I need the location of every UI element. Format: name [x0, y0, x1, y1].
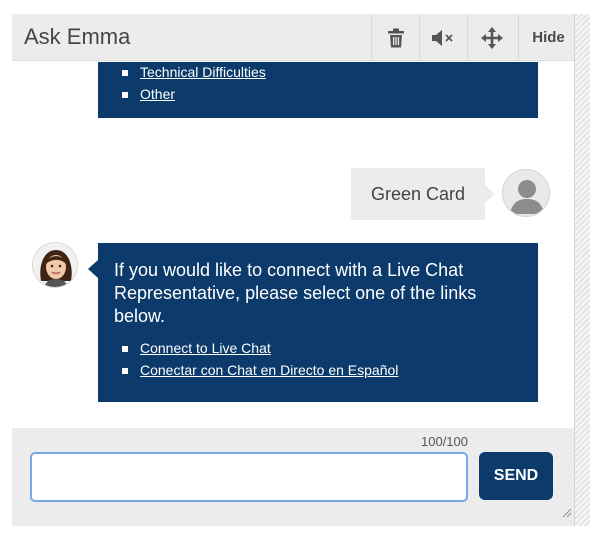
- user-avatar: [502, 169, 550, 217]
- user-message: Green Card: [351, 168, 495, 220]
- bot-message-text: If you would like to connect with a Live…: [114, 260, 477, 326]
- list-item: Conectar con Chat en Directo en Español: [114, 362, 522, 378]
- window-edge: [574, 14, 590, 526]
- live-chat-link-list: Connect to Live Chat Conectar con Chat e…: [114, 340, 522, 378]
- emma-avatar-image: [40, 250, 72, 287]
- hide-label: Hide: [532, 29, 565, 46]
- chat-footer: 100/100 SEND: [12, 428, 578, 526]
- previous-link-list: Technical Difficulties Other: [114, 64, 522, 102]
- list-item: Other: [114, 86, 522, 102]
- send-label: SEND: [493, 467, 539, 484]
- bot-message: If you would like to connect with a Live…: [88, 243, 538, 402]
- mute-icon: [431, 29, 453, 46]
- emma-avatar: [32, 242, 78, 288]
- other-link[interactable]: Other: [140, 86, 175, 102]
- send-button[interactable]: SEND: [479, 452, 553, 500]
- chat-header: Ask Emma Hide: [12, 14, 578, 61]
- hide-button[interactable]: Hide: [518, 14, 578, 61]
- technical-difficulties-link[interactable]: Technical Difficulties: [140, 64, 266, 80]
- trash-icon: [387, 28, 404, 47]
- list-item: Connect to Live Chat: [114, 340, 522, 356]
- list-item: Technical Difficulties: [114, 64, 522, 80]
- mute-button[interactable]: [419, 14, 467, 61]
- move-button[interactable]: [467, 14, 515, 61]
- user-message-text: Green Card: [370, 183, 466, 204]
- connect-live-chat-link[interactable]: Connect to Live Chat: [140, 340, 271, 356]
- move-icon: [480, 26, 503, 49]
- message-input[interactable]: [30, 452, 468, 502]
- character-counter: 100/100: [421, 434, 468, 449]
- message-list[interactable]: Technical Difficulties Other Green Card: [12, 62, 578, 428]
- connect-spanish-chat-link[interactable]: Conectar con Chat en Directo en Español: [140, 362, 398, 378]
- chat-widget: Ask Emma Hide Technical Difficulties Oth…: [12, 14, 578, 526]
- chat-title: Ask Emma: [24, 24, 131, 49]
- resize-grip-icon[interactable]: [560, 506, 572, 518]
- clear-chat-button[interactable]: [371, 14, 419, 61]
- user-avatar-icon: [510, 180, 544, 214]
- bot-message-previous: Technical Difficulties Other: [98, 62, 538, 118]
